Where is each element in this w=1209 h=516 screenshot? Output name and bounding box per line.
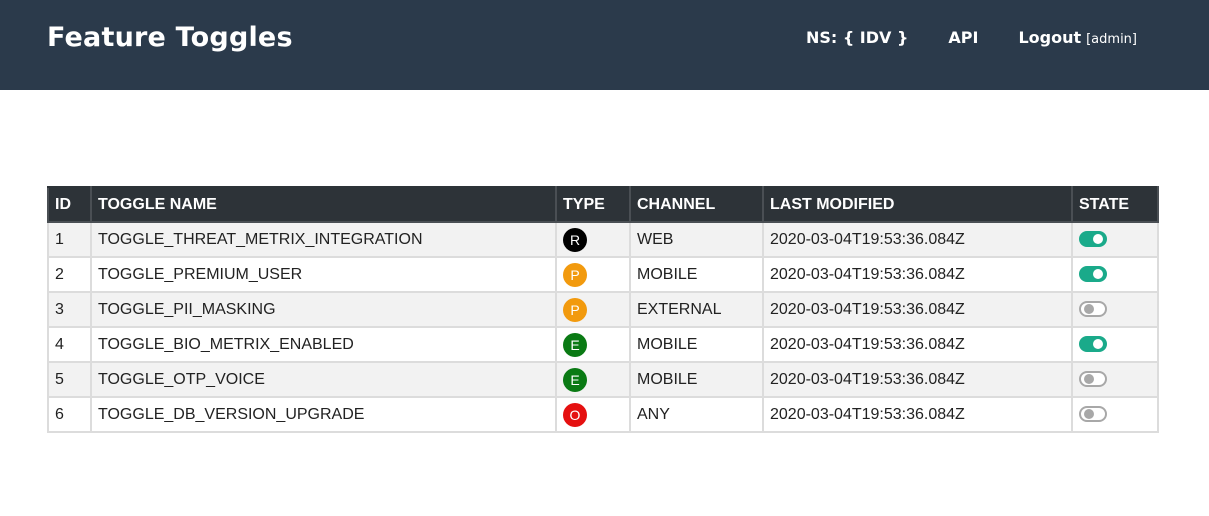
logout-link[interactable]: Logout [admin] [1018, 28, 1137, 47]
row-id: 6 [47, 396, 92, 433]
toggle-knob [1093, 339, 1103, 350]
type-badge: R [563, 227, 587, 252]
row-id: 4 [47, 326, 92, 363]
state-toggle-switch[interactable] [1079, 301, 1107, 318]
table-row[interactable]: 2 TOGGLE_PREMIUM_USER P MOBILE 2020-03-04T19… [47, 256, 1159, 293]
state-toggle-switch[interactable] [1079, 406, 1107, 423]
row-type: O [555, 396, 631, 433]
row-channel: ANY [629, 396, 764, 433]
column-header-toggle-name[interactable]: TOGGLE NAME [90, 186, 557, 223]
row-toggle-name: TOGGLE_OTP_VOICE [90, 361, 557, 398]
row-id: 2 [47, 256, 92, 293]
row-state [1071, 361, 1159, 398]
type-badge: O [563, 402, 587, 427]
row-id: 1 [47, 221, 92, 258]
row-id: 5 [47, 361, 92, 398]
row-channel: MOBILE [629, 361, 764, 398]
column-header-type[interactable]: TYPE [555, 186, 631, 223]
row-state [1071, 221, 1159, 258]
row-last-modified: 2020-03-04T19:53:36.084Z [762, 361, 1073, 398]
row-state [1071, 256, 1159, 293]
nav-menu: NS: { IDV } API Logout [admin] [806, 28, 1137, 47]
toggle-knob [1084, 374, 1094, 385]
table-row[interactable]: 5 TOGGLE_OTP_VOICE E MOBILE 2020-03-04T19:53… [47, 361, 1159, 398]
row-toggle-name: TOGGLE_DB_VERSION_UPGRADE [90, 396, 557, 433]
state-toggle-switch[interactable] [1079, 266, 1107, 283]
current-user-label: [admin] [1086, 32, 1137, 47]
row-toggle-name: TOGGLE_PII_MASKING [90, 291, 557, 328]
column-header-channel[interactable]: CHANNEL [629, 186, 764, 223]
row-state [1071, 291, 1159, 328]
row-type: P [555, 256, 631, 293]
logout-label: Logout [1018, 28, 1082, 47]
table-header-row: ID TOGGLE NAME TYPE CHANNEL LAST MODIFIE… [47, 186, 1159, 223]
namespace-link[interactable]: NS: { IDV } [806, 28, 908, 47]
toggle-knob [1084, 409, 1094, 420]
table-row[interactable]: 6 TOGGLE_DB_VERSION_UPGRADE O ANY 2020-03-04… [47, 396, 1159, 433]
toggle-knob [1093, 269, 1103, 280]
row-last-modified: 2020-03-04T19:53:36.084Z [762, 221, 1073, 258]
column-header-id[interactable]: ID [47, 186, 92, 223]
column-header-state[interactable]: STATE [1071, 186, 1159, 223]
type-badge: E [563, 367, 587, 392]
row-last-modified: 2020-03-04T19:53:36.084Z [762, 326, 1073, 363]
top-navbar: Feature Toggles NS: { IDV } API Logout [a… [0, 0, 1209, 90]
row-toggle-name: TOGGLE_BIO_METRIX_ENABLED [90, 326, 557, 363]
type-badge: P [563, 297, 587, 322]
row-type: E [555, 361, 631, 398]
toggle-knob [1093, 234, 1103, 245]
row-state [1071, 396, 1159, 433]
column-header-last-modified[interactable]: LAST MODIFIED [762, 186, 1073, 223]
row-toggle-name: TOGGLE_THREAT_METRIX_INTEGRATION [90, 221, 557, 258]
row-type: R [555, 221, 631, 258]
toggles-table: ID TOGGLE NAME TYPE CHANNEL LAST MODIFIE… [47, 186, 1159, 433]
row-toggle-name: TOGGLE_PREMIUM_USER [90, 256, 557, 293]
row-last-modified: 2020-03-04T19:53:36.084Z [762, 396, 1073, 433]
row-state [1071, 326, 1159, 363]
state-toggle-switch[interactable] [1079, 336, 1107, 353]
toggle-knob [1084, 304, 1094, 315]
row-channel: MOBILE [629, 326, 764, 363]
row-last-modified: 2020-03-04T19:53:36.084Z [762, 291, 1073, 328]
row-last-modified: 2020-03-04T19:53:36.084Z [762, 256, 1073, 293]
table-row[interactable]: 4 TOGGLE_BIO_METRIX_ENABLED E MOBILE 2020-03… [47, 326, 1159, 363]
type-badge: E [563, 332, 587, 357]
api-link[interactable]: API [948, 28, 978, 47]
row-type: P [555, 291, 631, 328]
table-row[interactable]: 3 TOGGLE_PII_MASKING P EXTERNAL 2020-03-04T1… [47, 291, 1159, 328]
row-channel: EXTERNAL [629, 291, 764, 328]
row-channel: MOBILE [629, 256, 764, 293]
table-row[interactable]: 1 TOGGLE_THREAT_METRIX_INTEGRATION R WEB 202… [47, 221, 1159, 258]
row-id: 3 [47, 291, 92, 328]
row-channel: WEB [629, 221, 764, 258]
toggles-table-container: ID TOGGLE NAME TYPE CHANNEL LAST MODIFIE… [47, 186, 1159, 433]
app-title[interactable]: Feature Toggles [47, 22, 293, 53]
state-toggle-switch[interactable] [1079, 371, 1107, 388]
type-badge: P [563, 262, 587, 287]
state-toggle-switch[interactable] [1079, 231, 1107, 248]
row-type: E [555, 326, 631, 363]
